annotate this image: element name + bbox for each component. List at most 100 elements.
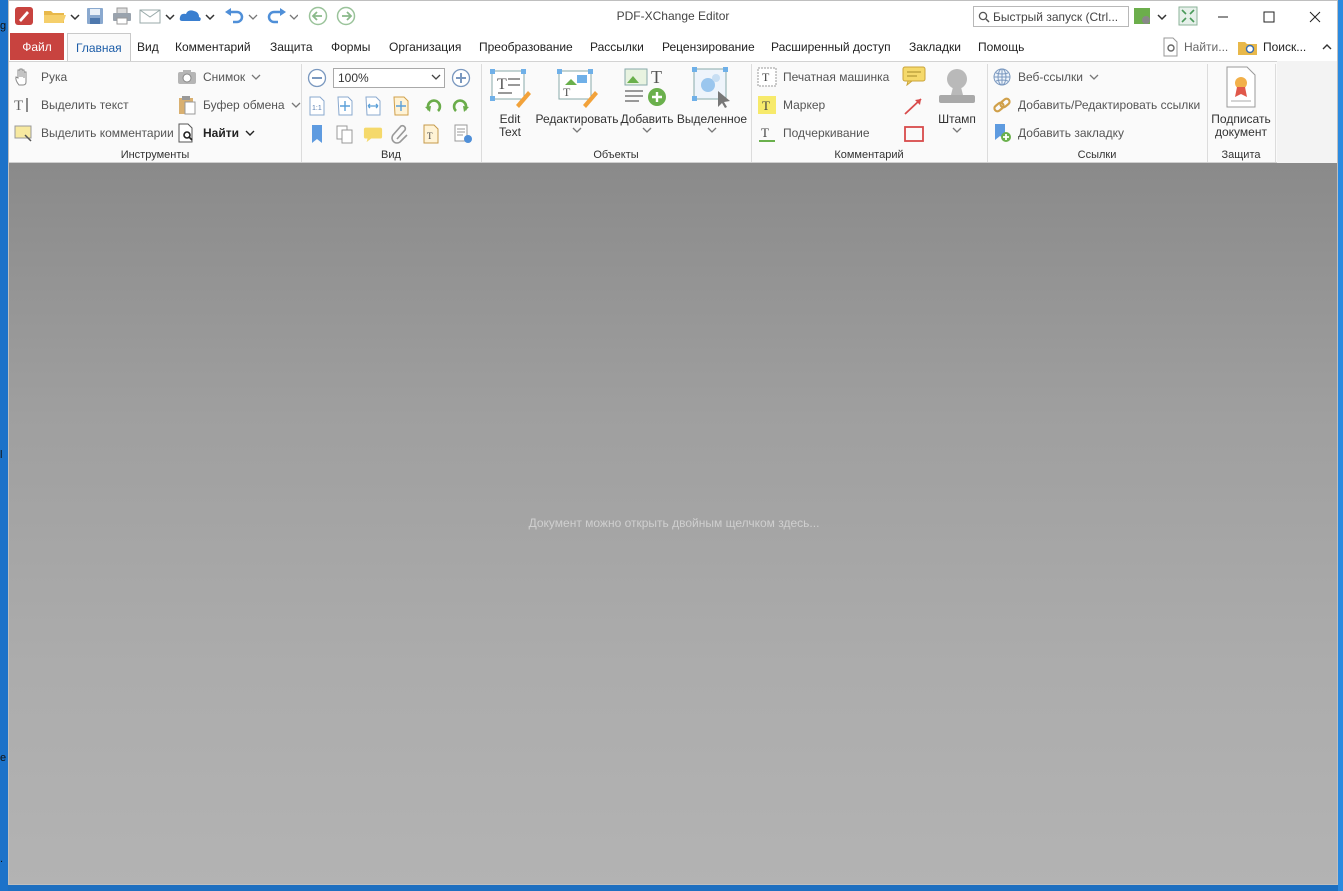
fit-page-button[interactable] [335,96,355,116]
document-area[interactable]: Документ можно открыть двойным щелчком з… [9,163,1337,884]
ribbon-tabs: Файл Главная Вид Комментарий Защита Форм… [9,33,1337,62]
document-properties-button[interactable]: T [421,124,441,144]
undo-icon[interactable] [223,5,259,27]
typewriter-tool[interactable]: T Печатная машинка [757,66,889,88]
select-text-icon: T [14,98,28,114]
bookmarks-pane-button[interactable] [307,124,327,144]
edit-objects-button[interactable]: T Редактировать [536,65,618,134]
thumbnails-pane-button[interactable] [335,124,355,144]
open-folder-icon[interactable] [41,5,81,27]
web-links-tool[interactable]: Веб-ссылки [992,66,1099,88]
forward-icon[interactable] [335,5,357,27]
tab-help[interactable]: Помощь [978,33,1024,61]
desktop-edge-right [1338,0,1343,891]
cloud-icon[interactable] [177,5,217,27]
add-bookmark-icon [995,124,1011,142]
svg-text:T: T [563,85,571,99]
tab-bookmarks[interactable]: Закладки [909,33,961,61]
fit-width-button[interactable] [363,96,383,116]
add-bookmark-tool[interactable]: Добавить закладку [992,122,1124,144]
certificate-icon [1226,66,1256,108]
rotate-right-button[interactable] [451,96,471,116]
zoom-in-button[interactable] [451,68,471,88]
tab-review[interactable]: Рецензирование [662,33,755,61]
edit-text-icon: T [490,69,531,108]
comment-list-icon [363,127,383,143]
view-settings-button[interactable] [453,124,473,144]
svg-text:T: T [762,70,770,84]
email-icon[interactable] [137,5,177,27]
rectangle-annotation-button[interactable] [902,124,926,144]
sign-document-button[interactable]: Подписать документ [1209,65,1273,139]
tab-mailings[interactable]: Рассылки [590,33,644,61]
rotate-left-button[interactable] [423,96,443,116]
close-button[interactable] [1292,1,1337,33]
app-logo-icon[interactable] [13,5,35,27]
hand-tool[interactable]: Рука [13,66,67,88]
find-button[interactable]: Найти... [1162,35,1228,59]
sticky-note-button[interactable] [902,66,926,86]
snapshot-tool[interactable]: Снимок [177,66,261,88]
actual-size-button[interactable]: 1:1 [307,96,327,116]
tab-view[interactable]: Вид [137,33,159,61]
underline-label: Подчеркивание [783,126,870,140]
stamp-icon [939,69,975,103]
tab-organize[interactable]: Организация [389,33,461,61]
tab-share[interactable]: Расширенный доступ [771,33,891,61]
search-button[interactable]: Поиск... [1237,35,1306,59]
web-links-label: Веб-ссылки [1018,70,1083,84]
tab-forms[interactable]: Формы [331,33,370,61]
add-object-button[interactable]: T Добавить [619,65,675,134]
chevron-down-icon [572,127,582,133]
svg-text:T: T [651,67,662,87]
group-label-view: Вид [381,149,401,161]
group-label-protect: Защита [1221,149,1261,161]
svg-text:T: T [497,76,507,93]
find-tool[interactable]: Найти [177,122,255,144]
add-edit-links-tool[interactable]: Добавить/Редактировать ссылки [992,94,1200,116]
chevron-down-icon [1089,74,1099,80]
typewriter-label: Печатная машинка [783,70,890,84]
actual-size-icon: 1:1 [309,96,325,116]
stamp-label: Штамп [938,112,976,126]
fit-visible-button[interactable] [391,96,411,116]
select-text-tool[interactable]: T Выделить текст [13,94,129,116]
clipboard-tool[interactable]: Буфер обмена [177,94,301,116]
quick-launch-input[interactable]: Быстрый запуск (Ctrl... [973,6,1129,27]
desktop-fragment: g [0,20,7,32]
edit-text-button[interactable]: T Edit Text [483,65,537,139]
zoom-out-button[interactable] [307,68,327,88]
chevron-up-icon [1322,44,1332,50]
ui-options-icon[interactable] [1131,5,1169,27]
stamp-button[interactable]: Штамп [931,65,983,134]
comments-pane-button[interactable] [363,124,383,144]
select-comments-tool[interactable]: Выделить комментарии [13,122,174,144]
selected-object-button[interactable]: Выделенное [677,65,747,134]
sticky-note-icon [902,66,926,86]
print-icon[interactable] [109,5,135,27]
zoom-level-select[interactable]: 100% [333,68,445,88]
tab-file[interactable]: Файл [10,33,64,60]
save-icon[interactable] [83,5,107,27]
group-label-links: Ссылки [1077,149,1117,161]
minimize-button[interactable] [1200,1,1246,33]
rectangle-icon [904,126,924,142]
underline-tool[interactable]: T Подчеркивание [757,122,870,144]
arrow-annotation-button[interactable] [902,96,926,116]
tab-convert[interactable]: Преобразование [479,33,573,61]
group-separator [751,64,752,162]
svg-text:T: T [14,98,23,114]
fit-visible-icon [393,96,409,116]
tab-home[interactable]: Главная [67,33,131,62]
tab-protect[interactable]: Защита [270,33,313,61]
redo-icon[interactable] [261,5,299,27]
find-icon [178,123,193,143]
marker-tool[interactable]: T Маркер [757,94,825,116]
maximize-button[interactable] [1246,1,1292,33]
tab-comment[interactable]: Комментарий [175,33,251,61]
collapse-ribbon-button[interactable] [1321,35,1333,59]
back-icon[interactable] [307,5,329,27]
search-icon [978,11,990,23]
fullscreen-icon[interactable] [1177,5,1199,27]
attachments-pane-button[interactable] [391,124,411,144]
